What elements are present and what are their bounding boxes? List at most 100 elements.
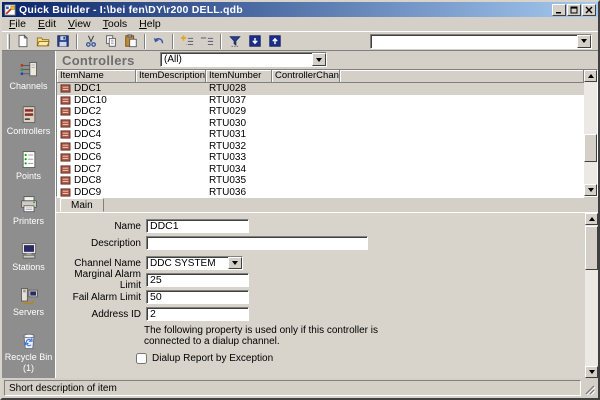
paste-button[interactable] <box>121 32 141 50</box>
controller-icon <box>60 176 71 185</box>
menu-view[interactable]: View <box>62 18 97 30</box>
menu-edit[interactable]: Edit <box>32 18 62 30</box>
marginal-alarm-limit-field[interactable] <box>146 273 249 287</box>
maximize-button[interactable] <box>567 4 581 16</box>
maximize-icon <box>570 6 578 14</box>
table-row[interactable]: DDC10 RTU037 <box>57 95 584 107</box>
controller-icon <box>60 153 71 162</box>
table-row[interactable]: DDC1 RTU028 <box>57 83 584 95</box>
copy-icon <box>104 34 118 48</box>
close-button[interactable] <box>582 4 596 16</box>
cut-icon <box>84 34 98 48</box>
dialup-report-checkbox[interactable] <box>136 353 147 364</box>
resize-grip-icon[interactable] <box>583 383 596 396</box>
table-row[interactable]: DDC3 RTU030 <box>57 118 584 130</box>
save-button[interactable] <box>53 32 73 50</box>
copy-button[interactable] <box>101 32 121 50</box>
minimize-button[interactable] <box>552 4 566 16</box>
controller-icon <box>60 188 71 197</box>
scroll-up-icon[interactable] <box>584 70 597 82</box>
toolbar-combobox[interactable] <box>370 34 592 49</box>
table-row[interactable]: DDC7 RTU034 <box>57 164 584 176</box>
marginal-alarm-limit-label: Marginal Alarm Limit <box>56 269 146 291</box>
app-window: Quick Builder - I:\bei fen\DY\r200 DELL.… <box>0 0 600 400</box>
table-row[interactable]: DDC4 RTU031 <box>57 129 584 141</box>
sidebar-item-controllers[interactable]: Controllers <box>2 105 55 136</box>
sidebar-item-printers[interactable]: Printers <box>2 195 55 226</box>
channel-name-label: Channel Name <box>56 258 146 269</box>
add-items-button[interactable] <box>177 32 197 50</box>
cell-itemnumber: RTU033 <box>206 152 272 163</box>
column-header-filler <box>340 70 584 83</box>
menu-help[interactable]: Help <box>133 18 167 30</box>
sidebar-item-stations[interactable]: Stations <box>2 241 55 272</box>
dialup-note: The following property is used only if t… <box>144 325 598 347</box>
chevron-down-icon[interactable] <box>577 35 591 48</box>
menu-file[interactable]: File <box>3 18 32 30</box>
cell-itemname: DDC1 <box>74 83 101 94</box>
delete-items-button[interactable] <box>197 32 217 50</box>
toolbar-grip[interactable] <box>7 34 10 49</box>
undo-icon <box>152 34 166 48</box>
scroll-down-icon[interactable] <box>584 184 597 196</box>
table-body: DDC1 RTU028 DDC10 RTU037 DDC2 R <box>57 83 584 198</box>
column-header-itemnumber[interactable]: ItemNumber <box>206 70 272 83</box>
new-button[interactable] <box>13 32 33 50</box>
address-id-label: Address ID <box>56 309 146 320</box>
sidebar-item-points[interactable]: Points <box>2 150 55 181</box>
cell-itemnumber: RTU037 <box>206 95 272 106</box>
scrollbar-thumb[interactable] <box>585 226 598 270</box>
stations-icon <box>18 241 40 261</box>
status-text: Short description of item <box>4 380 581 396</box>
page-title: Controllers <box>56 53 135 68</box>
filter-dropdown[interactable]: (All) <box>160 52 327 67</box>
address-id-field[interactable] <box>146 307 249 321</box>
column-header-controllerchannel[interactable]: ControllerChann... <box>272 70 340 83</box>
sidebar-item-label: Controllers <box>7 126 51 136</box>
upload-icon <box>268 34 282 48</box>
table-row[interactable]: DDC8 RTU035 <box>57 175 584 187</box>
column-header-itemname[interactable]: ItemName <box>57 70 136 83</box>
sidebar-item-recycle-bin[interactable]: Recycle Bin (1) <box>2 331 55 373</box>
form-scrollbar[interactable] <box>585 213 598 378</box>
cell-itemnumber: RTU034 <box>206 164 272 175</box>
window-title: Quick Builder - I:\bei fen\DY\r200 DELL.… <box>19 4 552 16</box>
delete-items-icon <box>200 34 214 48</box>
upload-button[interactable] <box>265 32 285 50</box>
name-label: Name <box>56 221 146 232</box>
sidebar-item-label: Servers <box>13 307 44 317</box>
cell-itemname: DDC3 <box>74 118 101 129</box>
scroll-down-icon[interactable] <box>585 366 598 378</box>
printers-icon <box>18 195 40 215</box>
table-row[interactable]: DDC9 RTU036 <box>57 187 584 199</box>
scrollbar-thumb[interactable] <box>584 134 597 162</box>
cut-button[interactable] <box>81 32 101 50</box>
chevron-down-icon[interactable] <box>312 53 326 66</box>
open-button[interactable] <box>33 32 53 50</box>
cell-itemname: DDC2 <box>74 106 101 117</box>
sidebar-item-channels[interactable]: Channels <box>2 60 55 91</box>
column-header-itemdescription[interactable]: ItemDescription <box>136 70 206 83</box>
menu-tools[interactable]: Tools <box>97 18 134 30</box>
chevron-down-icon[interactable] <box>228 257 242 269</box>
name-field[interactable] <box>146 219 249 233</box>
fail-alarm-limit-field[interactable] <box>146 290 249 304</box>
sidebar-item-servers[interactable]: Servers <box>2 286 55 317</box>
scroll-up-icon[interactable] <box>585 213 598 225</box>
channel-name-select[interactable]: DDC SYSTEM <box>146 256 243 270</box>
undo-button[interactable] <box>149 32 169 50</box>
table-row[interactable]: DDC5 RTU032 <box>57 141 584 153</box>
table-scrollbar[interactable] <box>584 70 597 196</box>
table-row[interactable]: DDC6 RTU033 <box>57 152 584 164</box>
download-button[interactable] <box>245 32 265 50</box>
fail-alarm-limit-label: Fail Alarm Limit <box>56 292 146 303</box>
recycle-bin-count: (1) <box>23 363 34 373</box>
tab-main[interactable]: Main <box>60 198 104 212</box>
toolbar-separator <box>144 34 146 49</box>
sidebar-item-label: Points <box>16 171 41 181</box>
cell-itemnumber: RTU036 <box>206 187 272 198</box>
description-field[interactable] <box>146 236 368 250</box>
table-row[interactable]: DDC2 RTU029 <box>57 106 584 118</box>
filter-button[interactable] <box>225 32 245 50</box>
cell-itemnumber: RTU028 <box>206 83 272 94</box>
